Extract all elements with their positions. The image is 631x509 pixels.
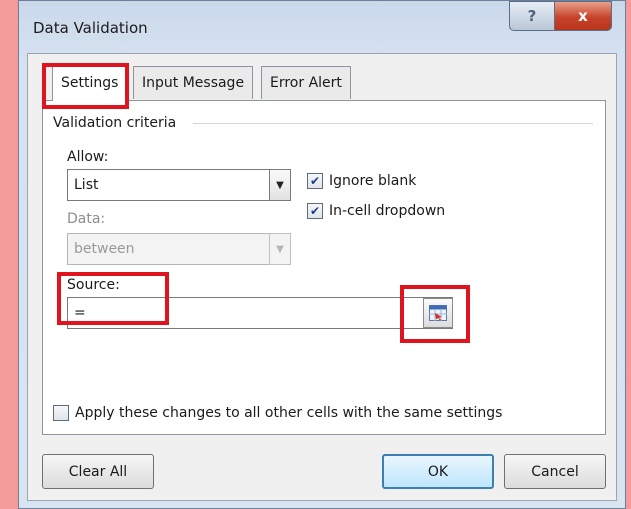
data-select[interactable]: between ▼ — [67, 233, 291, 265]
tab-input-message[interactable]: Input Message — [133, 66, 254, 99]
allow-value: List — [74, 177, 99, 193]
dialog-title: Data Validation — [33, 19, 148, 37]
close-button[interactable]: x — [554, 1, 612, 31]
in-cell-dropdown-checkbox[interactable]: ✔ — [307, 203, 323, 219]
cancel-button[interactable]: Cancel — [504, 454, 606, 489]
in-cell-dropdown-label: In-cell dropdown — [329, 203, 446, 219]
apply-all-checkbox[interactable] — [53, 405, 69, 421]
allow-label: Allow: — [67, 149, 109, 165]
allow-select[interactable]: List ▼ — [67, 169, 291, 201]
data-label: Data: — [67, 211, 106, 227]
chevron-down-icon[interactable]: ▼ — [269, 169, 291, 201]
ignore-blank-label: Ignore blank — [329, 173, 417, 189]
ignore-blank-checkbox[interactable]: ✔ — [307, 173, 323, 189]
source-label: Source: — [67, 277, 120, 293]
range-select-button[interactable] — [423, 298, 453, 328]
source-input[interactable]: = — [67, 297, 453, 329]
clear-all-button[interactable]: Clear All — [42, 454, 154, 489]
tab-settings[interactable]: Settings — [52, 64, 128, 101]
apply-all-label: Apply these changes to all other cells w… — [75, 405, 503, 421]
ok-button[interactable]: OK — [382, 454, 494, 489]
tab-error-alert[interactable]: Error Alert — [261, 66, 351, 99]
title-bar[interactable]: Data Validation ? x — [19, 1, 625, 53]
group-divider — [193, 123, 593, 124]
range-selector-icon — [429, 305, 447, 321]
chevron-down-icon[interactable]: ▼ — [269, 233, 291, 265]
settings-panel: Validation criteria Allow: List ▼ ✔ Igno… — [42, 100, 606, 435]
validation-criteria-label: Validation criteria — [53, 115, 177, 131]
data-validation-dialog: Data Validation ? x Settings Input Messa… — [18, 0, 626, 509]
source-value: = — [74, 305, 86, 321]
data-value: between — [74, 241, 135, 257]
help-button[interactable]: ? — [509, 1, 555, 31]
dialog-body: Settings Input Message Error Alert Valid… — [27, 53, 617, 501]
